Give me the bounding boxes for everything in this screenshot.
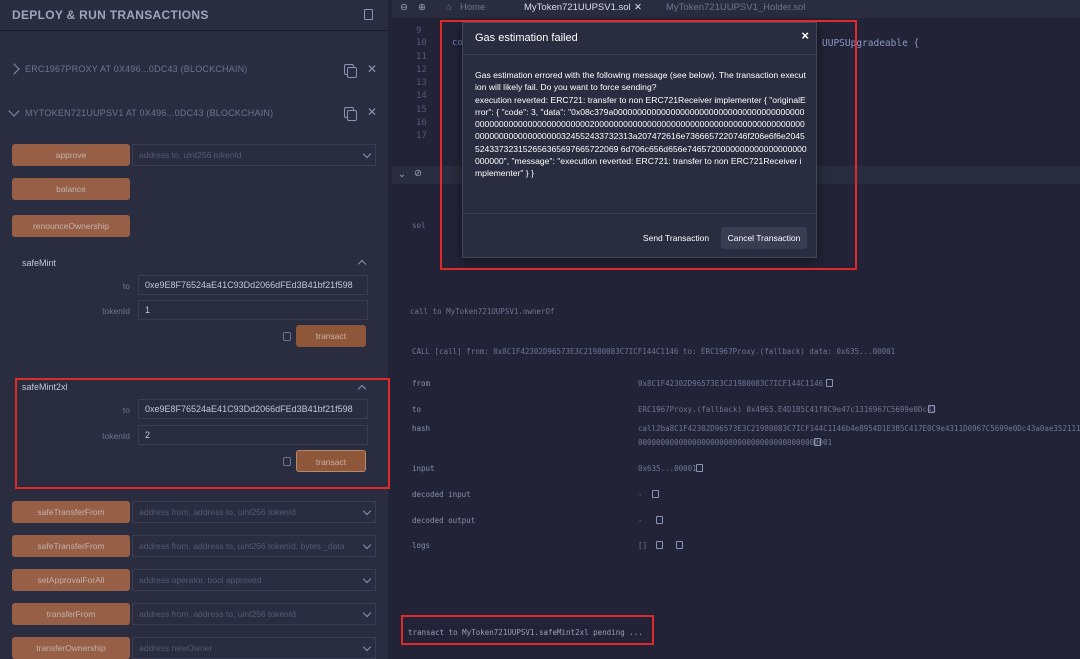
copy-icon[interactable] xyxy=(652,490,659,498)
documentation-icon[interactable] xyxy=(364,9,373,20)
instance-mytoken721uupsv1[interactable]: MYTOKEN721UUPSV1 AT 0X496...0DC43 (BLOCK… xyxy=(0,102,388,124)
copy-icon[interactable] xyxy=(344,64,357,78)
zoom-in-icon[interactable]: ⊕ xyxy=(418,2,426,13)
transferownership-button[interactable]: transferOwnership xyxy=(12,637,130,659)
panel-title: DEPLOY & RUN TRANSACTIONS xyxy=(12,8,209,22)
divider xyxy=(0,30,388,31)
close-icon[interactable]: ✕ xyxy=(634,2,642,13)
tx-key-decoded-output: decoded output xyxy=(412,516,476,525)
tx-value-hash-continued: 0000000000000000000000000000000000000000… xyxy=(638,438,833,447)
safemint-title: safeMint xyxy=(22,258,57,268)
tx-key-decoded-input: decoded input xyxy=(412,490,471,499)
tx-value-decoded-input: - xyxy=(638,490,643,499)
copy-icon[interactable] xyxy=(656,516,663,524)
tx-value-logs: [] xyxy=(638,541,648,550)
instance-label: ERC1967PROXY AT 0X496...0DC43 (BLOCKCHAI… xyxy=(25,64,248,74)
safetransferfrom-data-input[interactable]: address from, address to, uint256 tokenI… xyxy=(132,535,376,557)
line-number: 13 xyxy=(416,78,427,88)
chevron-right-icon xyxy=(8,63,20,75)
close-icon[interactable]: ✕ xyxy=(367,62,377,76)
line-number: 9 xyxy=(416,26,422,36)
copy-icon[interactable] xyxy=(696,464,703,472)
param-label-to: to xyxy=(122,281,130,291)
deploy-run-panel: DEPLOY & RUN TRANSACTIONS ERC1967PROXY A… xyxy=(0,0,388,659)
approve-button[interactable]: approve xyxy=(12,144,130,166)
copy-icon[interactable] xyxy=(814,438,821,446)
safemint-to-input[interactable]: 0xe9E8F76524aE41C93Dd2066dFEd3B41bf21f59… xyxy=(138,275,368,295)
tx-key-hash: hash xyxy=(412,424,431,433)
tx-key-logs: logs xyxy=(412,541,431,550)
tx-value-from: 0x8C1F42302D96573E3C21980083C7ICF144C114… xyxy=(638,379,824,388)
tab-mytoken721uupsv1-holder[interactable]: MyToken721UUPSV1_Holder.sol xyxy=(666,2,805,13)
copy-icon[interactable] xyxy=(928,405,935,413)
tx-value-hash: call2ba8C1F42302D96573E3C21980083C7ICF14… xyxy=(638,424,1080,433)
tx-key-from: from xyxy=(412,379,431,388)
line-number: 17 xyxy=(416,131,427,141)
tx-key-input: input xyxy=(412,464,435,473)
editor-tab-bar: ⊖ ⊕ ⌂ Home MyToken721UUPSV1.sol ✕ MyToke… xyxy=(392,0,1080,18)
terminal-line: call to MyToken721UUPSV1.ownerOf xyxy=(410,307,555,316)
line-number: 10 xyxy=(416,38,427,48)
safemint-tokenid-input[interactable]: 1 xyxy=(138,300,368,320)
safemint-transact-button[interactable]: transact xyxy=(296,325,366,347)
tx-key-to: to xyxy=(412,405,422,414)
line-number: 11 xyxy=(416,52,427,62)
instance-label: MYTOKEN721UUPSV1 AT 0X496...0DC43 (BLOCK… xyxy=(25,108,274,118)
chevron-down-icon xyxy=(8,105,20,117)
home-icon[interactable]: ⌂ xyxy=(446,2,452,13)
close-icon[interactable]: ✕ xyxy=(367,105,377,119)
line-number: 14 xyxy=(416,91,427,101)
clear-icon[interactable]: ⊘ xyxy=(414,168,422,179)
chevron-up-icon[interactable] xyxy=(357,259,367,269)
copy-icon[interactable] xyxy=(656,541,663,549)
clipboard-icon[interactable] xyxy=(283,332,291,341)
tx-value-input: 0x635...00001 xyxy=(638,464,697,473)
safetransferfrom-button[interactable]: safeTransferFrom xyxy=(12,501,130,523)
tab-mytoken721uupsv1[interactable]: MyToken721UUPSV1.sol xyxy=(524,2,631,13)
safetransferfrom-data-button[interactable]: safeTransferFrom xyxy=(12,535,130,557)
line-number: 15 xyxy=(416,105,427,115)
terminal-line: sol xyxy=(412,221,426,230)
instance-erc1967proxy[interactable]: ERC1967PROXY AT 0X496...0DC43 (BLOCKCHAI… xyxy=(0,58,388,80)
approve-input[interactable]: address to, uint256 tokenId xyxy=(132,144,376,166)
transferfrom-button[interactable]: transferFrom xyxy=(12,603,130,625)
terminal-line: CALL [call] from: 0x8C1F42302D96573E3C21… xyxy=(412,347,896,356)
tx-value-decoded-output: - xyxy=(638,516,643,525)
transferownership-input[interactable]: address newOwner xyxy=(132,637,376,659)
renounce-ownership-button[interactable]: renounceOwnership xyxy=(12,215,130,237)
setapprovalforall-button[interactable]: setApprovalForAll xyxy=(12,569,130,591)
tab-home[interactable]: Home xyxy=(460,2,485,13)
copy-icon[interactable] xyxy=(344,107,357,121)
line-number: 12 xyxy=(416,65,427,75)
zoom-out-icon[interactable]: ⊖ xyxy=(400,2,408,13)
highlight-box-safemint2xl xyxy=(15,378,390,489)
highlight-box-pending xyxy=(401,615,654,645)
param-label-tokenid: tokenId xyxy=(102,306,130,316)
setapprovalforall-input[interactable]: address operator, bool approved xyxy=(132,569,376,591)
tx-value-to: ERC1967Proxy.(fallback) 0x4965.E4D1B5C41… xyxy=(638,405,937,414)
copy-icon[interactable] xyxy=(676,541,683,549)
transferfrom-input[interactable]: address from, address to, uint256 tokenI… xyxy=(132,603,376,625)
line-number: 16 xyxy=(416,118,427,128)
safetransferfrom-input[interactable]: address from, address to, uint256 tokenI… xyxy=(132,501,376,523)
balance-button[interactable]: balance xyxy=(12,178,130,200)
copy-icon[interactable] xyxy=(826,379,833,387)
highlight-box-modal xyxy=(440,20,857,270)
chevron-down-icon[interactable]: ⌄ xyxy=(398,169,406,180)
